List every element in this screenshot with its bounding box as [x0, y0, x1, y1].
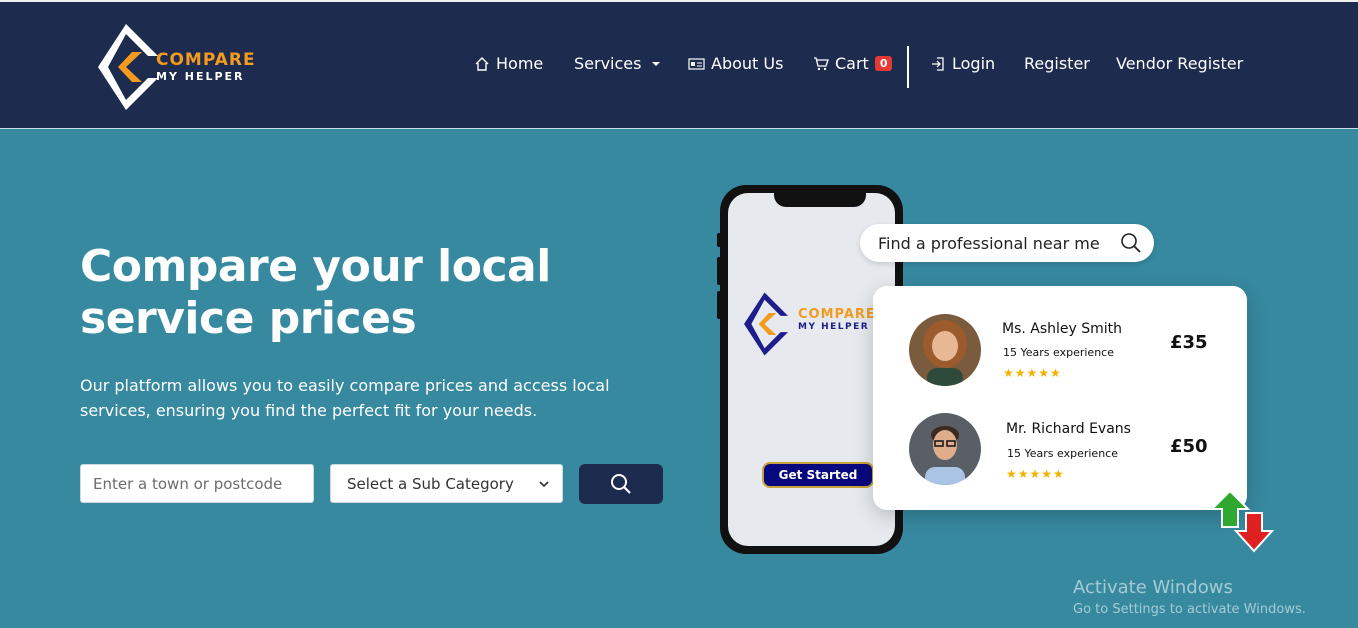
- price-arrows-icon: [1209, 491, 1275, 553]
- hero-title: Compare your local service prices: [80, 241, 551, 344]
- nav-about[interactable]: About Us: [688, 54, 783, 73]
- woman-portrait-icon: [909, 314, 981, 386]
- search-icon: [1121, 233, 1141, 253]
- windows-watermark-title: Activate Windows: [1073, 577, 1233, 598]
- nav-about-label: About Us: [711, 54, 784, 73]
- nav-login-label: Login: [952, 54, 996, 73]
- nav-register-label: Register: [1024, 54, 1090, 73]
- site-logo[interactable]: COMPARE MY HELPER: [98, 24, 268, 110]
- town-postcode-input[interactable]: [80, 464, 314, 503]
- professional-experience: 15 Years experience: [1007, 447, 1118, 460]
- nav-vendor-register-label: Vendor Register: [1116, 54, 1244, 73]
- logo-mark-icon: [744, 292, 788, 356]
- site-header: COMPARE MY HELPER Home Services About Us…: [0, 0, 1358, 128]
- logo-text-myhelper: MY HELPER: [156, 70, 245, 83]
- search-icon: [611, 474, 631, 494]
- chevron-down-icon: [652, 61, 661, 66]
- find-professional-pill[interactable]: Find a professional near me: [860, 224, 1154, 262]
- professionals-card: Ms. Ashley Smith 15 Years experience ★★★…: [873, 286, 1247, 510]
- professional-experience: 15 Years experience: [1003, 346, 1114, 359]
- professional-item[interactable]: Ms. Ashley Smith 15 Years experience ★★★…: [873, 314, 1247, 394]
- avatar: [909, 413, 981, 485]
- nav-home-label: Home: [496, 54, 544, 73]
- get-started-button[interactable]: Get Started: [762, 462, 874, 488]
- id-card-icon: [688, 57, 705, 70]
- home-icon: [475, 56, 489, 71]
- professional-name: Ms. Ashley Smith: [1002, 321, 1123, 337]
- nav-cart-label: Cart: [835, 54, 869, 73]
- man-portrait-icon: [909, 413, 981, 485]
- nav-services-label: Services: [574, 54, 642, 73]
- nav-divider: [907, 46, 909, 88]
- rating-stars: ★★★★★: [1003, 366, 1062, 380]
- phone-side-button: [717, 257, 721, 285]
- search-button[interactable]: [579, 464, 663, 504]
- nav-home[interactable]: Home: [474, 54, 543, 73]
- professional-price: £35: [1170, 332, 1208, 353]
- hero-section: Compare your local service prices Our pl…: [0, 128, 1358, 628]
- hero-description: Our platform allows you to easily compar…: [80, 376, 610, 420]
- professional-name: Mr. Richard Evans: [1006, 421, 1131, 437]
- nav-vendor-register[interactable]: Vendor Register: [1116, 54, 1243, 73]
- phone-logo-text-compare: COMPARE: [798, 307, 876, 322]
- nav-services[interactable]: Services: [574, 54, 661, 73]
- logo-text-compare: COMPARE: [156, 50, 256, 70]
- windows-watermark-subtitle: Go to Settings to activate Windows.: [1073, 602, 1306, 617]
- find-professional-label: Find a professional near me: [878, 233, 1100, 253]
- logo-mark-icon: [98, 24, 158, 110]
- phone-side-button: [717, 291, 721, 319]
- phone-side-button: [717, 233, 721, 247]
- nav-login[interactable]: Login: [930, 54, 995, 73]
- rating-stars: ★★★★★: [1006, 467, 1065, 481]
- subcategory-selected-label: Select a Sub Category: [347, 474, 514, 493]
- phone-logo-text-myhelper: MY HELPER: [798, 322, 870, 332]
- avatar: [909, 314, 981, 386]
- phone-notch: [774, 193, 866, 207]
- subcategory-select[interactable]: Select a Sub Category: [330, 464, 563, 503]
- cart-icon: [814, 57, 829, 71]
- professional-price: £50: [1170, 436, 1208, 457]
- login-icon: [932, 56, 944, 71]
- chevron-down-icon: [539, 480, 549, 487]
- cart-count-badge: 0: [874, 56, 893, 71]
- professional-item[interactable]: Mr. Richard Evans 15 Years experience ★★…: [873, 413, 1247, 496]
- nav-cart[interactable]: Cart 0: [813, 54, 893, 73]
- nav-register[interactable]: Register: [1024, 54, 1090, 73]
